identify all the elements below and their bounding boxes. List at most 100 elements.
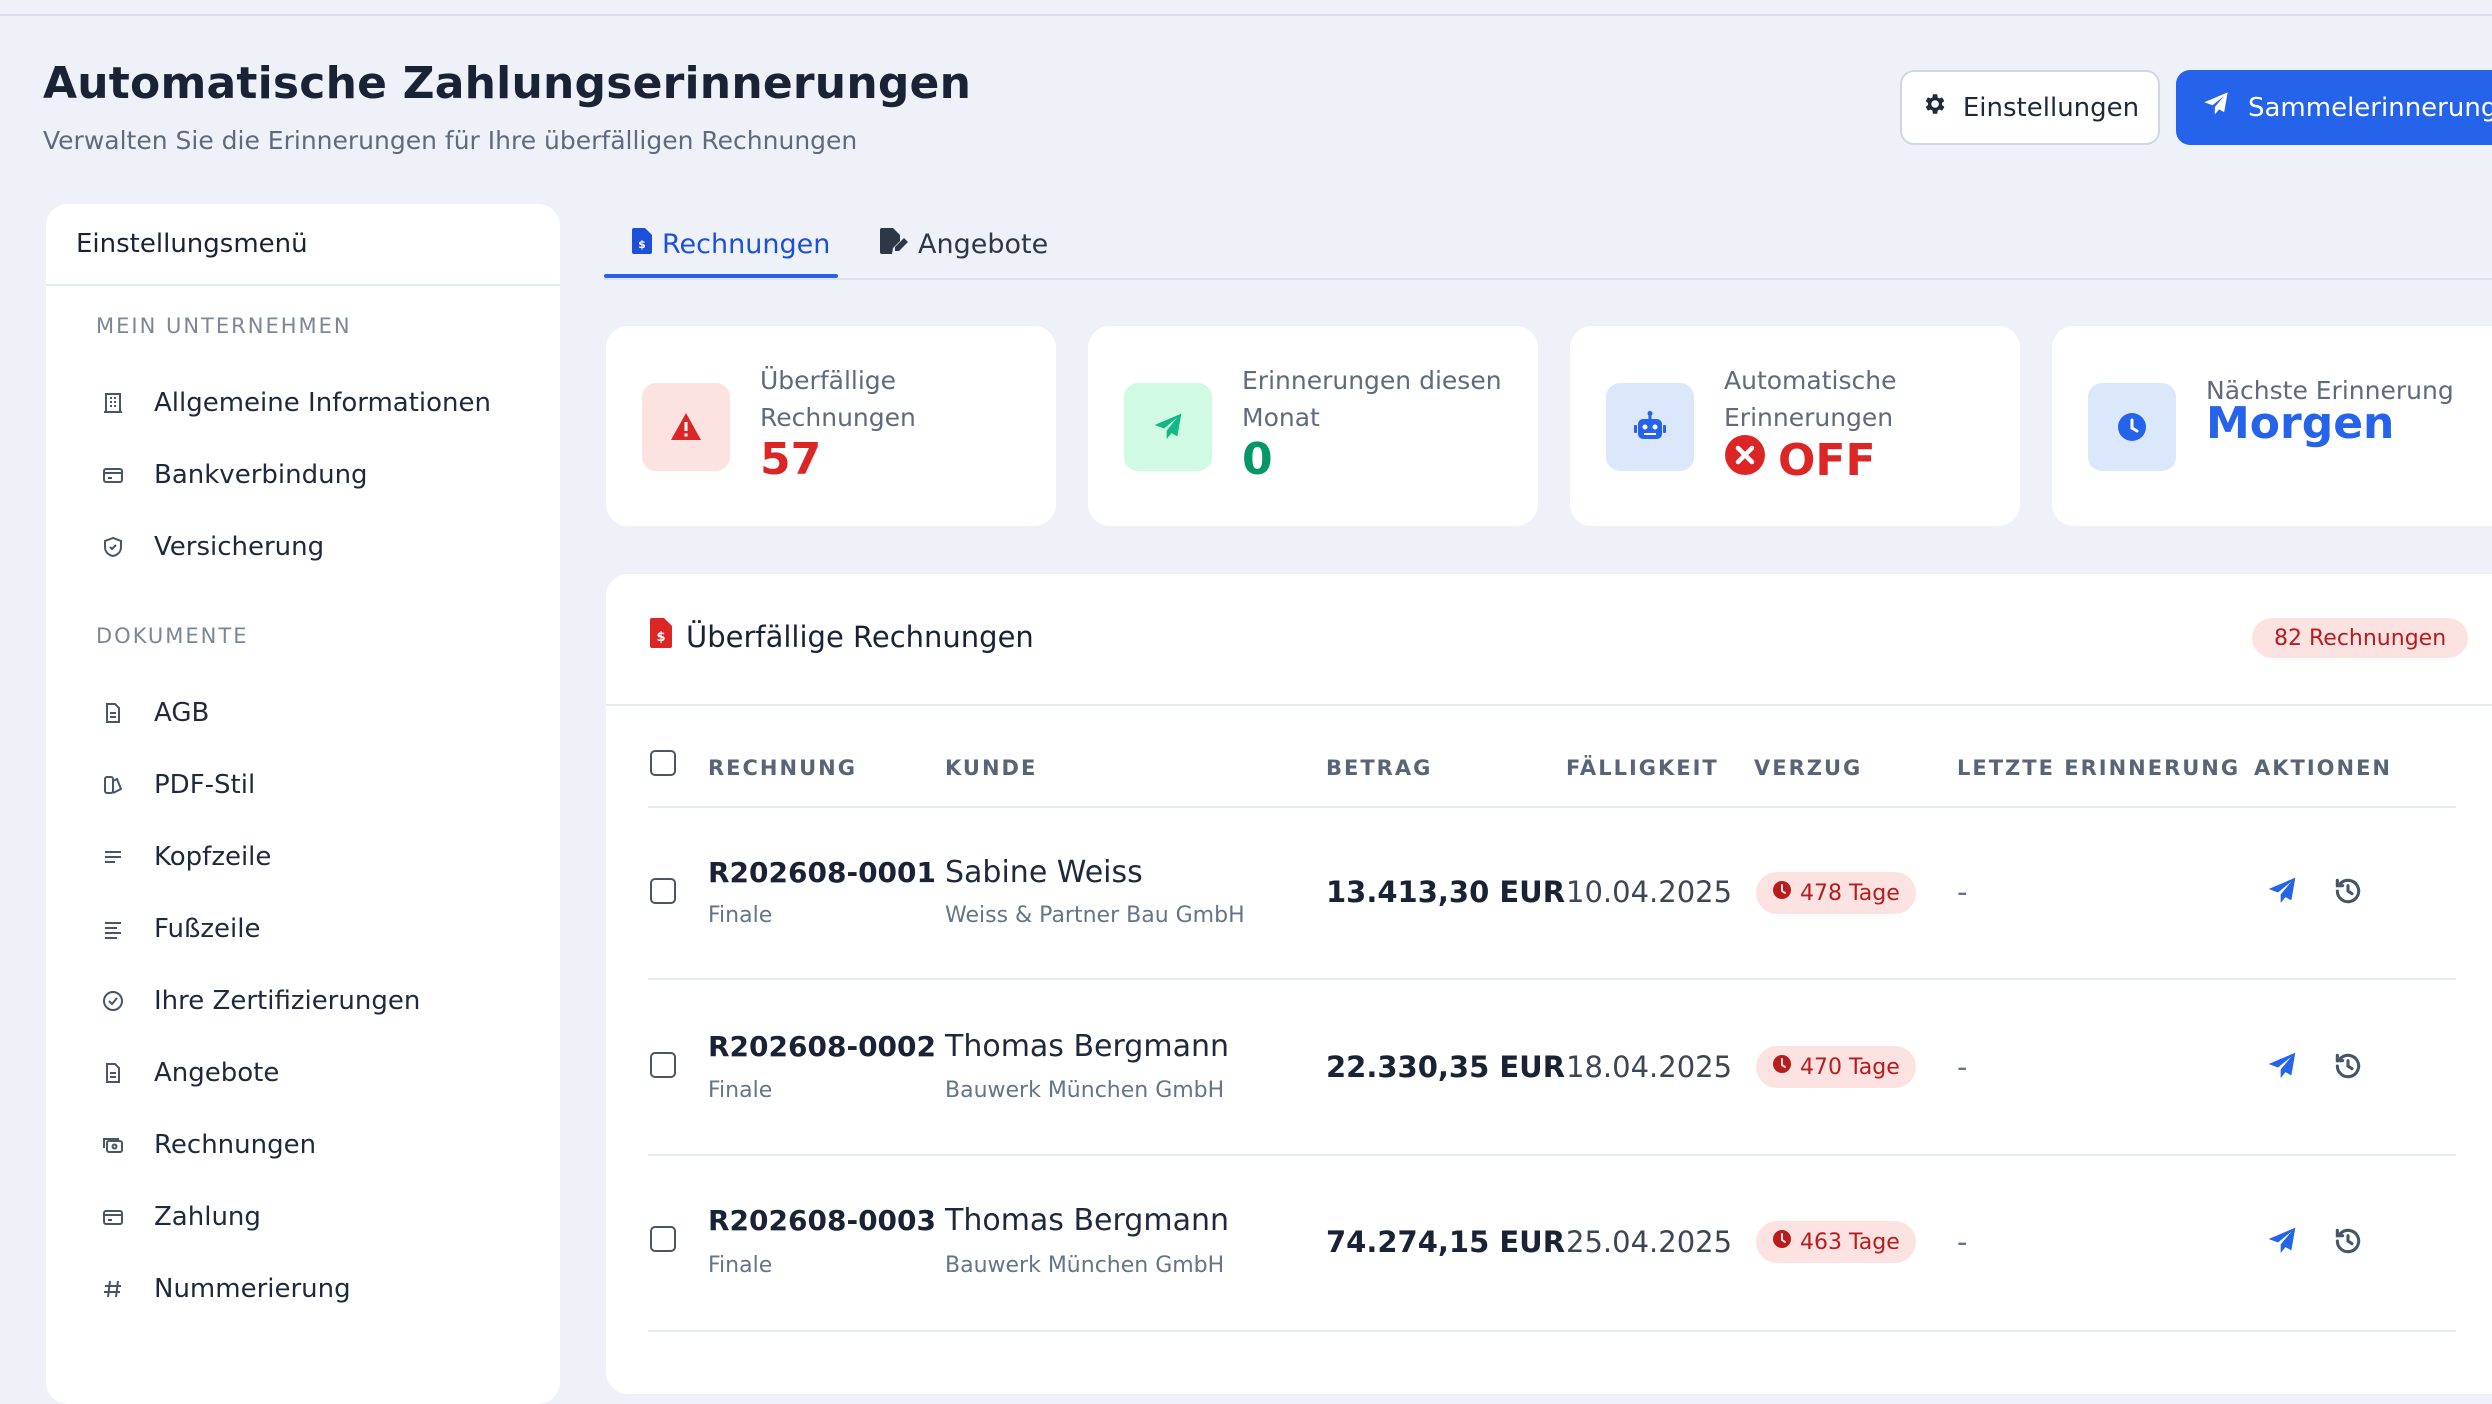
paper-plane-icon: [2266, 875, 2298, 911]
customer-name: Sabine Weiss: [945, 855, 1143, 890]
tab-label: Rechnungen: [662, 228, 831, 260]
tabs-divider: [604, 278, 2492, 280]
send-reminder-button[interactable]: [2262, 1223, 2302, 1263]
invoice-status: Finale: [708, 903, 773, 928]
settings-sidebar: Einstellungsmenü MEIN UNTERNEHMEN Allgem…: [46, 204, 560, 1404]
document-icon: [96, 696, 130, 730]
delay-badge: 470 Tage: [1756, 1046, 1916, 1088]
panel-title: $ Überfällige Rechnungen: [650, 618, 1034, 655]
customer-name: Thomas Bergmann: [945, 1203, 1229, 1238]
settings-button[interactable]: Einstellungen: [1900, 70, 2160, 145]
sidebar-item-label: Ihre Zertifizierungen: [154, 986, 421, 1016]
sidebar-item-label: Versicherung: [154, 532, 325, 562]
row-divider: [648, 1330, 2456, 1332]
invoice-number[interactable]: R202608-0001: [708, 856, 936, 889]
stat-card-reminders-month: Erinnerungen diesen Monat 0: [1088, 326, 1538, 526]
sidebar-item-agb[interactable]: AGB: [96, 688, 209, 738]
sidebar-item-label: Rechnungen: [154, 1130, 317, 1160]
page-subtitle: Verwalten Sie die Erinnerungen für Ihre …: [43, 126, 858, 155]
reminder-history-button[interactable]: [2328, 873, 2368, 913]
align-icon: [96, 912, 130, 946]
svg-text:$: $: [638, 238, 646, 251]
send-reminder-button[interactable]: [2262, 873, 2302, 913]
tab-invoices[interactable]: $ Rechnungen: [632, 218, 830, 270]
credit-card-icon: [96, 1200, 130, 1234]
file-edit-icon: [880, 227, 908, 261]
gear-icon: [1921, 91, 1947, 124]
customer-company: Bauwerk München GmbH: [945, 1078, 1225, 1103]
bulk-reminder-label: Sammelerinnerung: [2248, 92, 2492, 123]
paper-plane-icon: [2266, 1225, 2298, 1261]
sidebar-item-bank[interactable]: Bankverbindung: [96, 450, 368, 500]
column-header-due: FÄLLIGKEIT: [1566, 756, 1719, 780]
credit-card-icon: [96, 458, 130, 492]
last-reminder: -: [1957, 1050, 1968, 1084]
reminder-history-button[interactable]: [2328, 1223, 2368, 1263]
table-header-divider: [648, 806, 2456, 808]
svg-text:$: $: [656, 630, 665, 645]
stat-label: Überfällige Rechnungen: [760, 366, 916, 432]
overdue-invoices-panel: $ Überfällige Rechnungen 82 Rechnungen: [606, 574, 2492, 1394]
invoice-number[interactable]: R202608-0002: [708, 1030, 936, 1063]
warning-icon: [642, 383, 730, 471]
sidebar-item-general-info[interactable]: Allgemeine Informationen: [96, 378, 491, 428]
row-checkbox[interactable]: [650, 878, 676, 904]
reminder-history-button[interactable]: [2328, 1048, 2368, 1088]
paper-plane-icon: [1124, 383, 1212, 471]
history-icon: [2332, 875, 2364, 911]
send-reminder-button[interactable]: [2262, 1048, 2302, 1088]
sidebar-item-insurance[interactable]: Versicherung: [96, 522, 324, 572]
panel-header: $ Überfällige Rechnungen 82 Rechnungen: [606, 574, 2492, 706]
column-header-delay: VERZUG: [1754, 756, 1863, 780]
sidebar-item-label: PDF-Stil: [154, 770, 256, 800]
bulk-reminder-button[interactable]: Sammelerinnerung: [2176, 70, 2492, 145]
invoice-red-icon: $: [650, 618, 672, 655]
sidebar-item-certifications[interactable]: Ihre Zertifizierungen: [96, 976, 420, 1026]
delay-badge: 463 Tage: [1756, 1221, 1916, 1263]
row-checkbox[interactable]: [650, 1226, 676, 1252]
sidebar-item-label: Angebote: [154, 1058, 280, 1088]
sidebar-item-numbering[interactable]: Nummerierung: [96, 1264, 351, 1314]
sidebar-title: Einstellungsmenü: [46, 204, 560, 286]
sidebar-item-quotes[interactable]: Angebote: [96, 1048, 279, 1098]
clock-icon: [1772, 1054, 1792, 1080]
page-title: Automatische Zahlungserinnerungen: [43, 58, 972, 109]
sidebar-item-footer[interactable]: Fußzeile: [96, 904, 260, 954]
stat-value: Morgen: [2206, 398, 2395, 449]
stat-value: OFF: [1778, 435, 1876, 486]
column-header-amount: BETRAG: [1326, 756, 1433, 780]
stat-card-auto-reminders: Automatische Erinnerungen OFF: [1570, 326, 2020, 526]
sidebar-item-payment[interactable]: Zahlung: [96, 1192, 261, 1242]
sidebar-item-invoices[interactable]: Rechnungen: [96, 1120, 316, 1170]
delay-text: 463 Tage: [1800, 1229, 1900, 1255]
sidebar-item-label: Bankverbindung: [154, 460, 368, 490]
column-header-actions: AKTIONEN: [2254, 756, 2393, 780]
panel-title-text: Überfällige Rechnungen: [686, 619, 1034, 654]
tab-label: Angebote: [918, 228, 1049, 260]
invoice-number[interactable]: R202608-0003: [708, 1204, 936, 1237]
sidebar-item-header[interactable]: Kopfzeile: [96, 832, 271, 882]
row-checkbox[interactable]: [650, 1052, 676, 1078]
building-icon: [96, 386, 130, 420]
history-icon: [2332, 1225, 2364, 1261]
row-divider: [648, 978, 2456, 980]
tab-quotes[interactable]: Angebote: [880, 218, 1048, 270]
clock-icon: [1772, 1229, 1792, 1255]
active-tab-indicator: [604, 274, 838, 278]
select-all-checkbox[interactable]: [650, 750, 676, 776]
top-divider: [0, 14, 2492, 16]
cash-icon: [96, 1128, 130, 1162]
due-date: 25.04.2025: [1566, 1225, 1733, 1259]
shield-icon: [96, 530, 130, 564]
sidebar-item-label: Zahlung: [154, 1202, 261, 1232]
robot-icon: [1606, 383, 1694, 471]
invoice-status: Finale: [708, 1253, 773, 1278]
stat-card-next-reminder: Nächste Erinnerung Morgen: [2052, 326, 2492, 526]
invoice-amount: 13.413,30 EUR: [1326, 875, 1566, 909]
sidebar-item-pdf-style[interactable]: PDF-Stil: [96, 760, 255, 810]
customer-company: Bauwerk München GmbH: [945, 1253, 1225, 1278]
stat-card-overdue: Überfällige Rechnungen 57: [606, 326, 1056, 526]
stat-value: 57: [760, 434, 822, 485]
invoice-amount: 22.330,35 EUR: [1326, 1050, 1566, 1084]
paper-plane-icon: [2202, 90, 2230, 125]
